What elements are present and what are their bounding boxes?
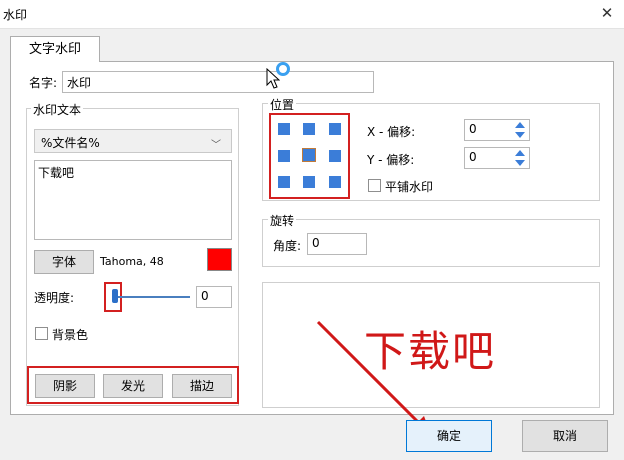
- stroke-button[interactable]: 描边: [172, 374, 232, 398]
- watermark-text-area[interactable]: 下载吧: [34, 160, 232, 240]
- title-bar: [0, 0, 624, 28]
- position-bottom-left[interactable]: [278, 176, 290, 188]
- angle-label: 角度:: [273, 239, 302, 253]
- busy-cursor-icon: [276, 62, 290, 76]
- font-button[interactable]: 字体: [34, 250, 94, 274]
- rotation-group-title: 旋转: [268, 212, 297, 229]
- font-description: Tahoma, 48: [100, 255, 164, 268]
- position-bottom-right[interactable]: [329, 176, 341, 188]
- position-center[interactable]: [302, 148, 316, 162]
- ok-button[interactable]: 确定: [406, 420, 492, 452]
- window-title: 水印: [3, 8, 28, 22]
- template-dropdown[interactable]: %文件名%: [34, 129, 232, 153]
- position-top-right[interactable]: [329, 123, 341, 135]
- name-label: 名字:: [29, 76, 58, 90]
- tab-text-watermark[interactable]: 文字水印: [10, 36, 100, 62]
- glow-button[interactable]: 发光: [103, 374, 163, 398]
- chevron-down-icon: ﹀: [211, 140, 221, 151]
- angle-input[interactable]: 0: [307, 233, 367, 255]
- opacity-slider-thumb[interactable]: [112, 289, 118, 303]
- position-bottom-center[interactable]: [303, 176, 315, 188]
- close-icon[interactable]: ✕: [598, 4, 616, 22]
- tile-watermark-label: 平铺水印: [385, 180, 434, 194]
- name-input[interactable]: 水印: [62, 71, 374, 93]
- opacity-slider-track[interactable]: [118, 296, 190, 298]
- opacity-input[interactable]: 0: [196, 286, 232, 308]
- tile-watermark-checkbox[interactable]: [368, 179, 381, 192]
- position-group-title: 位置: [268, 96, 297, 113]
- template-dropdown-value: %文件名%: [41, 136, 100, 150]
- opacity-label: 透明度:: [34, 291, 75, 305]
- x-offset-label: X - 偏移:: [367, 125, 416, 139]
- position-top-center[interactable]: [303, 123, 315, 135]
- position-top-left[interactable]: [278, 123, 290, 135]
- background-color-label: 背景色: [52, 328, 89, 342]
- shadow-button[interactable]: 阴影: [35, 374, 95, 398]
- y-offset-spinner-icon[interactable]: [513, 148, 527, 168]
- watermark-text-group-title: 水印文本: [31, 101, 84, 118]
- x-offset-spinner-icon[interactable]: [513, 120, 527, 140]
- background-color-checkbox[interactable]: [35, 327, 48, 340]
- position-middle-right[interactable]: [329, 150, 341, 162]
- y-offset-label: Y - 偏移:: [367, 153, 415, 167]
- font-color-swatch[interactable]: [207, 248, 232, 271]
- cancel-button[interactable]: 取消: [522, 420, 608, 452]
- position-middle-left[interactable]: [278, 150, 290, 162]
